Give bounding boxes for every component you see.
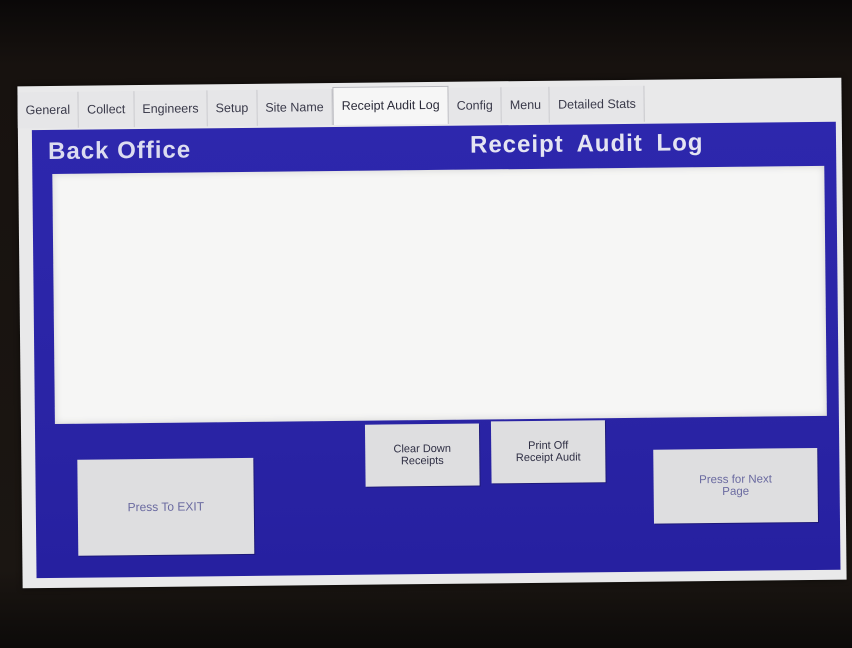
tab-general[interactable]: General [17, 91, 80, 129]
clear-down-receipts-label: Clear Down Receipts [393, 442, 452, 468]
next-page-button[interactable]: Press for Next Page [653, 447, 818, 524]
receipt-audit-log-area[interactable] [52, 165, 827, 424]
exit-button-label: Press To EXIT [127, 499, 205, 515]
exit-button[interactable]: Press To EXIT [77, 457, 255, 556]
tab-engineers[interactable]: Engineers [134, 90, 208, 128]
next-page-label: Press for Next Page [699, 473, 773, 498]
tab-collect[interactable]: Collect [78, 91, 135, 128]
tab-menu[interactable]: Menu [501, 86, 551, 124]
tab-site-name[interactable]: Site Name [257, 89, 333, 126]
app-title: Back Office [47, 136, 192, 166]
tab-receipt-audit-log[interactable]: Receipt Audit Log [332, 85, 449, 126]
clear-down-receipts-button[interactable]: Clear Down Receipts [364, 423, 480, 487]
tab-setup[interactable]: Setup [207, 89, 258, 127]
tab-config[interactable]: Config [448, 87, 502, 124]
back-office-panel: Back Office Receipt Audit Log Press To E… [31, 121, 841, 579]
page-title: Receipt Audit Log [469, 129, 704, 159]
tab-detailed-stats[interactable]: Detailed Stats [549, 85, 646, 123]
print-receipt-audit-button[interactable]: Print Off Receipt Audit [490, 420, 606, 484]
print-receipt-audit-label: Print Off Receipt Audit [515, 439, 581, 465]
tab-bar: General Collect Engineers Setup Site Nam… [17, 84, 841, 129]
screen: General Collect Engineers Setup Site Nam… [17, 77, 847, 589]
